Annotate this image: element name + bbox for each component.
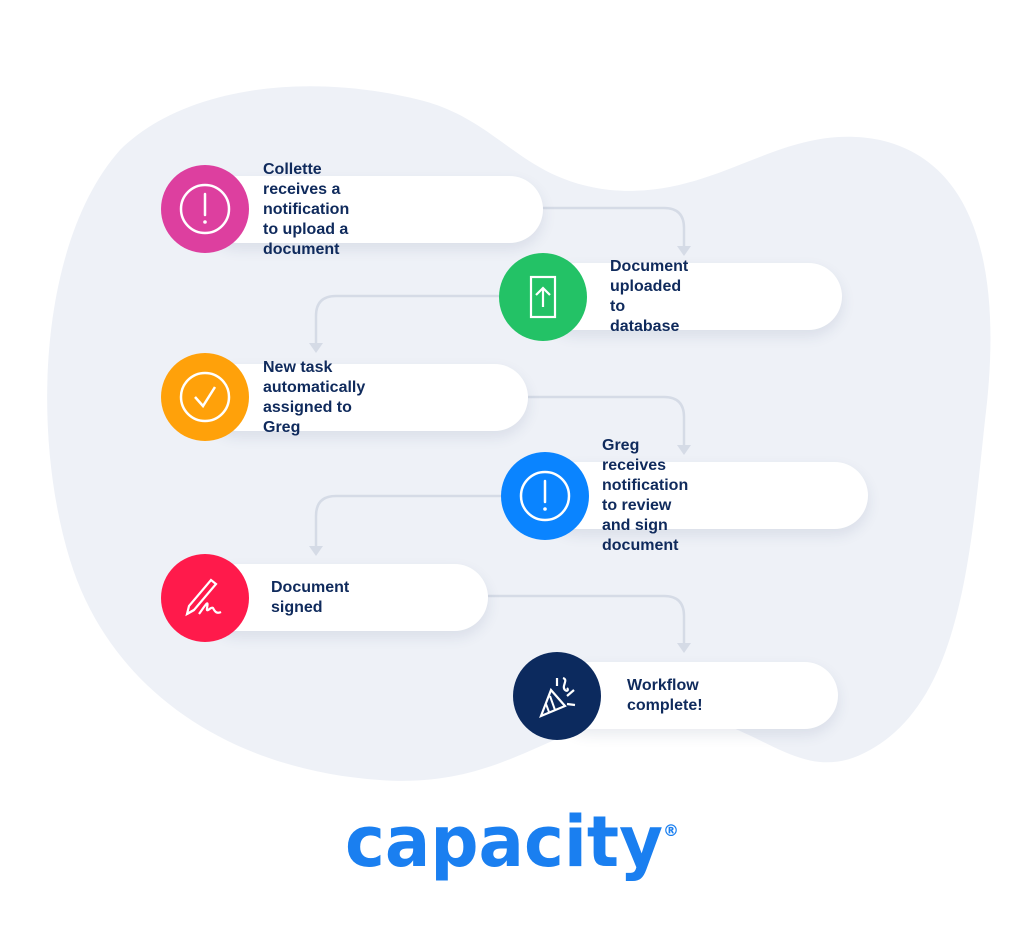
step-card bbox=[545, 462, 868, 529]
capacity-logo: capacity ® bbox=[345, 801, 679, 883]
step-card bbox=[205, 176, 543, 243]
step-icon-badge bbox=[161, 554, 249, 642]
step-icon-badge bbox=[513, 652, 601, 740]
step-card bbox=[205, 364, 528, 431]
step-icon-badge bbox=[161, 165, 249, 253]
party-popper-icon bbox=[539, 676, 576, 719]
step-label: Workflow complete! bbox=[627, 676, 703, 714]
registered-mark: ® bbox=[663, 821, 679, 840]
logo-wordmark: capacity bbox=[345, 801, 663, 883]
step-label: Greg receives notification to review and … bbox=[602, 436, 689, 554]
pen-signature-icon bbox=[185, 578, 222, 617]
step-label: Document uploaded to database bbox=[610, 257, 689, 335]
exclamation-circle-icon bbox=[519, 470, 571, 522]
step-label: Collette receives a notification to uploa… bbox=[263, 160, 350, 258]
document-upload-icon bbox=[529, 275, 557, 319]
step-icon-badge bbox=[499, 253, 587, 341]
step-label: New task automatically assigned to Greg bbox=[263, 358, 366, 436]
step-label: Document signed bbox=[271, 578, 350, 616]
exclamation-circle-icon bbox=[179, 183, 231, 235]
step-icon-badge bbox=[501, 452, 589, 540]
step-icon-badge bbox=[161, 353, 249, 441]
step-card bbox=[543, 263, 842, 330]
check-circle-icon bbox=[179, 371, 231, 423]
